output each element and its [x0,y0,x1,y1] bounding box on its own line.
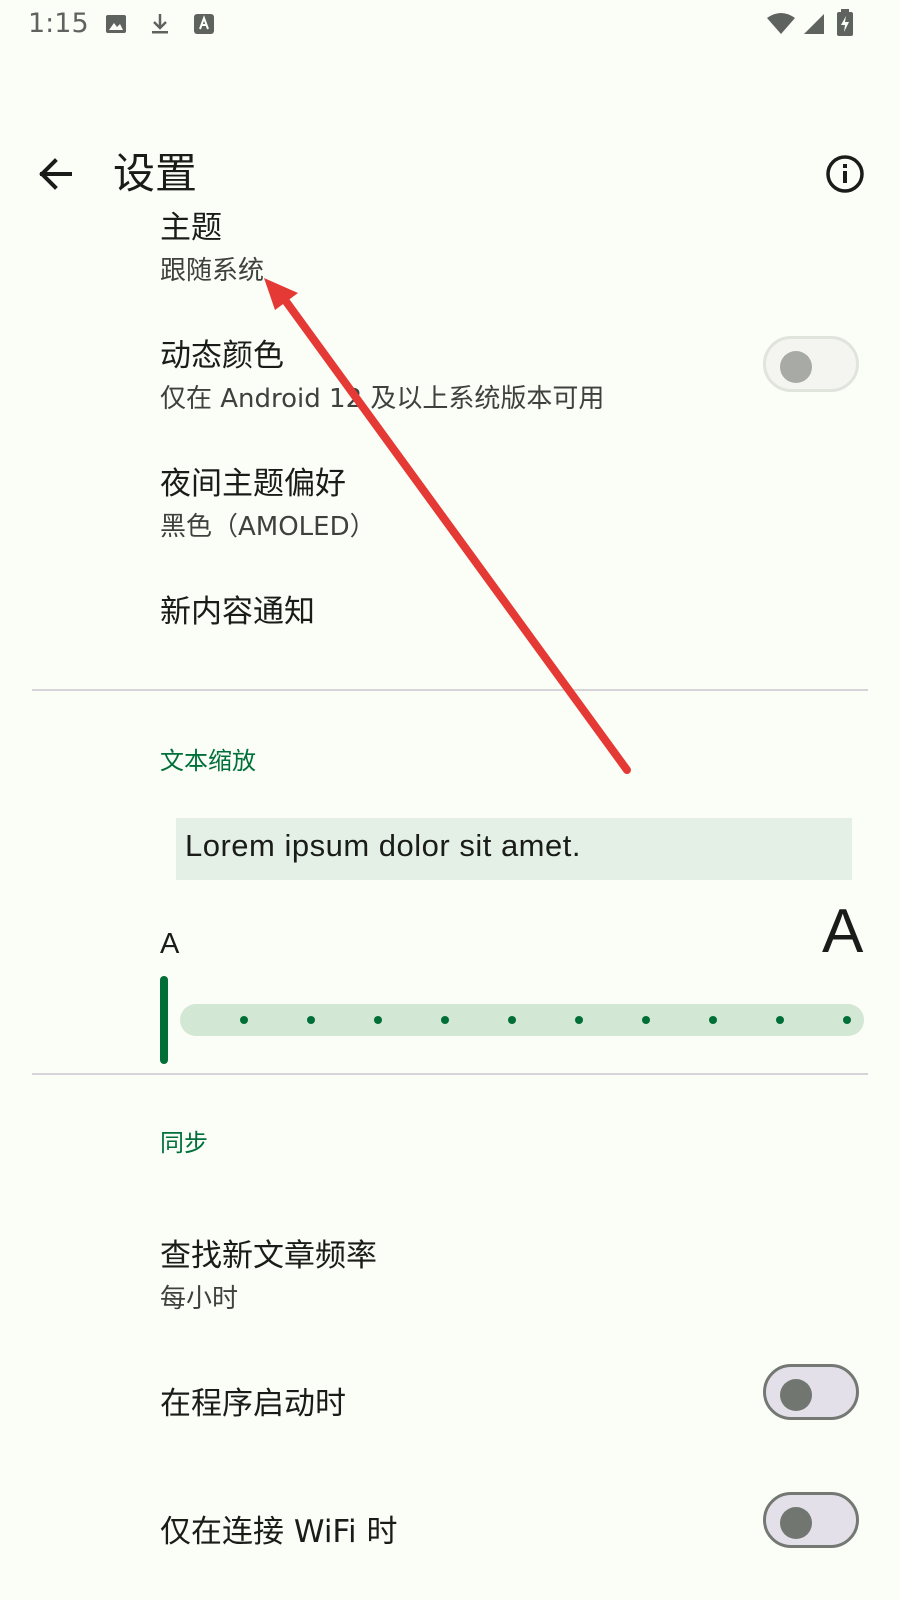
wifi-icon [767,13,795,34]
slider-tick [709,1016,717,1024]
switch-thumb [780,351,812,383]
sync-on-start-title: 在程序启动时 [160,1386,346,1422]
fetch-frequency-setting[interactable]: 查找新文章频率 每小时 [0,1218,900,1328]
large-text-label: A [822,897,864,966]
battery-charging-icon [837,9,853,36]
slider-tick [307,1016,315,1024]
wifi-only-setting[interactable]: 仅在连接 WiFi 时 [0,1486,900,1566]
night-theme-title: 夜间主题偏好 [160,466,346,502]
night-theme-setting[interactable]: 夜间主题偏好 黑色（AMOLED） [0,446,900,556]
divider [32,689,868,691]
app-bar: 设置 [0,60,900,198]
night-theme-value: 黑色（AMOLED） [160,512,376,542]
status-bar: 1:15 [0,0,900,50]
new-content-notification-title: 新内容通知 [160,594,315,630]
dynamic-color-setting[interactable]: 动态颜色 仅在 Android 12 及以上系统版本可用 [0,318,900,428]
theme-title: 主题 [160,210,222,246]
divider [32,1073,868,1075]
fetch-frequency-value: 每小时 [160,1284,239,1314]
slider-tick [374,1016,382,1024]
new-content-notification-setting[interactable]: 新内容通知 [0,570,900,660]
slider-tick [575,1016,583,1024]
wifi-only-title: 仅在连接 WiFi 时 [160,1514,398,1550]
sync-header: 同步 [160,1129,208,1157]
slider-tick [240,1016,248,1024]
switch-thumb [780,1379,812,1411]
text-scale-slider-track[interactable] [180,1004,864,1036]
dynamic-color-subtitle: 仅在 Android 12 及以上系统版本可用 [160,384,605,414]
download-icon [152,14,168,34]
signal-icon [804,14,824,34]
slider-tick [776,1016,784,1024]
sync-on-start-switch[interactable] [763,1364,859,1420]
text-a-icon [194,14,214,34]
sync-on-start-setting[interactable]: 在程序启动时 [0,1358,900,1438]
theme-value: 跟随系统 [160,256,265,286]
dynamic-color-title: 动态颜色 [160,338,284,374]
wifi-only-switch[interactable] [763,1492,859,1548]
slider-tick [441,1016,449,1024]
text-scale-slider-handle[interactable] [160,976,168,1064]
switch-thumb [780,1507,812,1539]
text-scaling-header: 文本缩放 [160,747,256,775]
small-text-label: A [160,928,180,960]
image-icon [106,15,126,33]
dynamic-color-switch[interactable] [763,336,859,392]
text-preview: Lorem ipsum dolor sit amet. [185,828,581,863]
fetch-frequency-title: 查找新文章频率 [160,1238,377,1274]
slider-tick [843,1016,851,1024]
slider-tick [508,1016,516,1024]
slider-tick [642,1016,650,1024]
status-time: 1:15 [28,8,89,39]
theme-setting[interactable]: 主题 跟随系统 [0,190,900,300]
